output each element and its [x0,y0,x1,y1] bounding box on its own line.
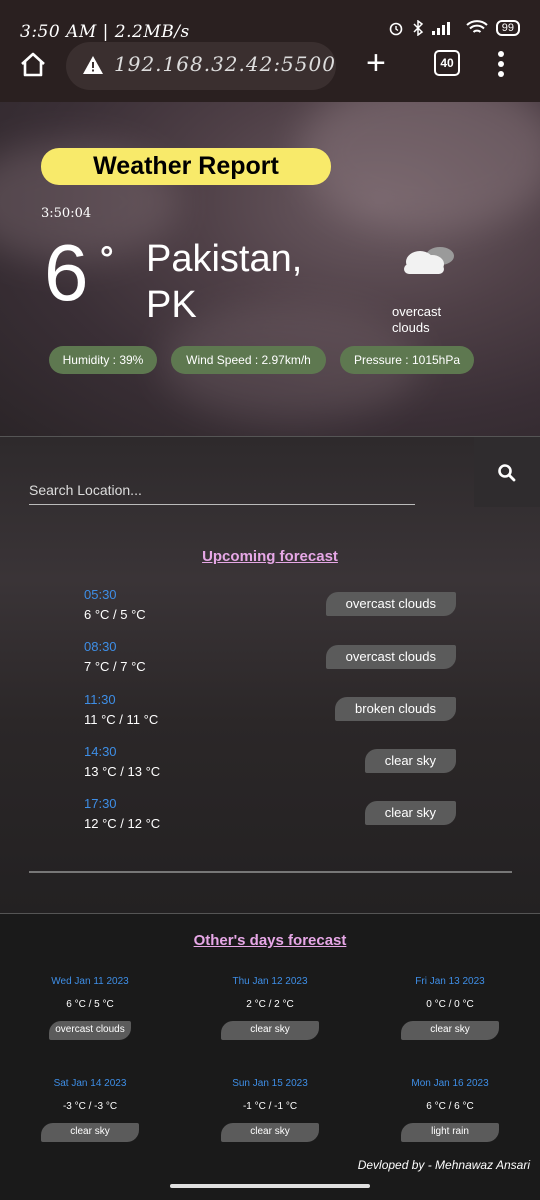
current-weather-panel: Weather Report 3:50:04 6 ° Pakistan, PK … [0,102,540,438]
browser-toolbar: 192.168.32.42:5500 + 40 [0,42,540,102]
day-card: Wed Jan 11 2023 6 °C / 5 °C overcast clo… [5,976,175,1040]
day-date: Fri Jan 13 2023 [415,976,485,987]
wifi-icon [466,20,488,33]
address-bar[interactable]: 192.168.32.42:5500 [66,42,336,90]
forecast-condition: clear sky [364,801,456,825]
day-date: Mon Jan 16 2023 [411,1078,489,1089]
forecast-panel: Upcoming forecast 05:30 6 °C / 5 °C over… [0,436,540,914]
cloud-icon [404,247,454,274]
forecast-condition: overcast clouds [325,592,456,616]
search-icon[interactable] [497,463,517,483]
degree-symbol: ° [100,240,114,278]
forecast-time: 05:30 [84,587,117,602]
forecast-temperature: 6 °C / 5 °C [84,607,146,622]
new-tab-icon[interactable]: + [366,46,386,80]
status-bar: 3:50 AM | 2.2MB/s 99 [0,0,540,42]
status-time: 3:50 AM | 2.2MB/s [20,22,190,42]
wind-speed-pill: Wind Speed : 2.97km/h [171,346,326,374]
day-date: Sat Jan 14 2023 [53,1078,127,1089]
forecast-time: 08:30 [84,639,117,654]
current-temperature: 6 [44,228,89,317]
search-input[interactable] [29,475,415,505]
cloud-backdrop [300,102,540,232]
day-temperature: -1 °C / -1 °C [242,1101,298,1112]
forecast-condition: overcast clouds [325,645,456,669]
forecast-temperature: 11 °C / 11 °C [84,712,159,727]
day-condition: clear sky [221,1021,319,1040]
daily-forecast-panel: Other's days forecast Wed Jan 11 2023 6 … [0,914,540,1200]
page-title: Weather Report [41,148,331,185]
day-condition: overcast clouds [49,1021,131,1040]
day-card: Fri Jan 13 2023 0 °C / 0 °C clear sky [365,976,535,1040]
forecast-temperature: 12 °C / 12 °C [84,816,161,831]
day-temperature: 6 °C / 6 °C [426,1101,474,1112]
day-condition: clear sky [221,1123,319,1142]
forecast-condition: clear sky [364,749,456,773]
day-card: Thu Jan 12 2023 2 °C / 2 °C clear sky [185,976,355,1040]
humidity-pill: Humidity : 39% [49,346,157,374]
day-temperature: 2 °C / 2 °C [246,999,294,1010]
status-icons: 99 [388,20,520,36]
alarm-icon [389,22,403,36]
day-card: Mon Jan 16 2023 6 °C / 6 °C light rain [365,1078,535,1142]
forecast-time: 11:30 [84,692,116,707]
day-condition: clear sky [401,1021,499,1040]
gesture-nav-handle[interactable] [170,1184,370,1188]
forecast-temperature: 7 °C / 7 °C [84,659,146,674]
other-days-heading: Other's days forecast [193,932,347,949]
developer-credit: Devloped by - Mehnawaz Ansari [357,1158,530,1172]
tab-count-button[interactable]: 40 [434,50,460,76]
day-temperature: 6 °C / 5 °C [66,999,114,1010]
day-date: Sun Jan 15 2023 [232,1078,308,1089]
url-text[interactable]: 192.168.32.42:5500 [114,52,336,76]
section-divider [29,871,512,873]
current-condition: overcast clouds [392,304,442,335]
day-condition: clear sky [41,1123,139,1142]
location-name: Pakistan, PK [146,238,303,326]
bluetooth-icon [413,20,423,36]
upcoming-forecast-heading: Upcoming forecast [202,548,338,565]
day-card: Sat Jan 14 2023 -3 °C / -3 °C clear sky [5,1078,175,1142]
warning-icon[interactable] [82,54,104,76]
day-temperature: 0 °C / 0 °C [426,999,474,1010]
home-icon[interactable] [18,50,48,80]
forecast-condition: broken clouds [335,697,456,721]
day-date: Thu Jan 12 2023 [232,976,308,987]
day-condition: light rain [401,1123,499,1142]
search-button[interactable] [474,437,540,507]
more-menu-icon[interactable] [498,50,504,78]
forecast-time: 14:30 [84,744,117,759]
current-time: 3:50:04 [41,206,92,221]
pressure-pill: Pressure : 1015hPa [340,346,474,374]
forecast-temperature: 13 °C / 13 °C [84,764,161,779]
battery-icon: 99 [495,20,520,36]
day-card: Sun Jan 15 2023 -1 °C / -1 °C clear sky [185,1078,355,1142]
day-temperature: -3 °C / -3 °C [62,1101,118,1112]
day-date: Wed Jan 11 2023 [51,976,129,987]
forecast-time: 17:30 [84,796,117,811]
signal-icon [431,22,450,35]
